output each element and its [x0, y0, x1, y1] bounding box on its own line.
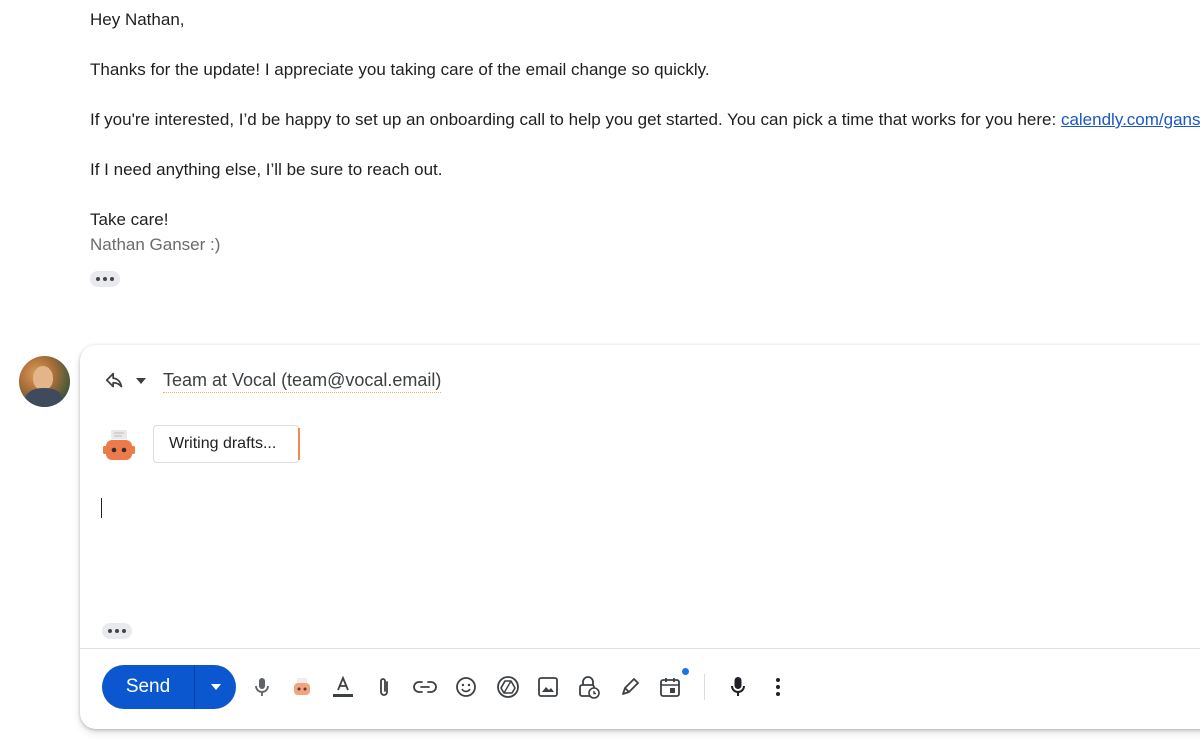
paragraph-3: If I need anything else, I’ll be sure to… — [90, 160, 443, 179]
insert-emoji-button[interactable] — [454, 675, 478, 699]
toolbar-separator — [704, 674, 705, 700]
toolbar-divider — [80, 648, 1200, 649]
compose-toolbar: Send — [80, 663, 1200, 711]
draft-status-chip: Writing drafts... — [153, 425, 300, 463]
microphone-icon — [731, 677, 745, 696]
calendar-icon — [660, 678, 680, 697]
reply-icon[interactable] — [104, 370, 126, 392]
emoji-icon — [456, 677, 476, 697]
draft-status-text: Writing drafts... — [169, 435, 277, 452]
reply-type-selector[interactable] — [104, 369, 148, 393]
ai-assistant-icon[interactable] — [102, 429, 136, 463]
greeting: Hey Nathan, — [90, 10, 185, 29]
avatar[interactable] — [19, 356, 70, 407]
show-quoted-text-button[interactable] — [102, 623, 132, 639]
ai-assistant-button[interactable] — [290, 675, 314, 699]
send-options-button[interactable] — [195, 665, 236, 709]
formatting-options-button[interactable] — [331, 675, 355, 699]
ai-assistant-icon — [294, 678, 310, 695]
paragraph-2: If you're interested, I’d be happy to se… — [90, 110, 1200, 130]
more-options-button[interactable] — [766, 675, 790, 699]
text-cursor — [101, 498, 102, 518]
paragraph-2-text: If you're interested, I’d be happy to se… — [90, 110, 1061, 129]
show-trimmed-content-button[interactable] — [90, 271, 120, 287]
dictation-button[interactable] — [726, 675, 750, 699]
send-button[interactable]: Send — [102, 665, 194, 709]
microphone-icon — [255, 678, 269, 696]
calendly-link[interactable]: calendly.com/ganser — [1061, 110, 1200, 129]
more-options-icon — [776, 678, 780, 696]
closing: Take care! — [90, 210, 169, 229]
insert-drive-file-button[interactable] — [496, 675, 520, 699]
draft-caret — [298, 428, 300, 460]
lock-clock-icon — [579, 676, 600, 699]
google-drive-icon — [497, 676, 519, 698]
insert-photo-button[interactable] — [536, 675, 560, 699]
voice-typing-button[interactable] — [250, 675, 274, 699]
text-format-icon — [333, 675, 353, 697]
insert-signature-button[interactable] — [618, 675, 642, 699]
attach-files-button[interactable] — [372, 675, 396, 699]
confidential-mode-button[interactable] — [577, 675, 601, 699]
schedule-meeting-button[interactable] — [658, 675, 682, 699]
chevron-down-icon — [210, 684, 221, 690]
insert-link-button[interactable] — [413, 675, 437, 699]
link-icon — [413, 681, 437, 693]
signature: Nathan Ganser :) — [90, 235, 221, 254]
send-button-group: Send — [102, 665, 236, 709]
recipient[interactable]: Team at Vocal (team@vocal.email) — [163, 369, 442, 393]
chevron-down-icon[interactable] — [134, 374, 148, 388]
attachment-icon — [380, 678, 388, 696]
reply-compose: Team at Vocal (team@vocal.email) Writing… — [80, 345, 1200, 729]
photo-icon — [538, 677, 558, 697]
paragraph-1: Thanks for the update! I appreciate you … — [90, 60, 710, 79]
notification-dot — [682, 668, 689, 675]
pen-icon — [622, 678, 639, 695]
